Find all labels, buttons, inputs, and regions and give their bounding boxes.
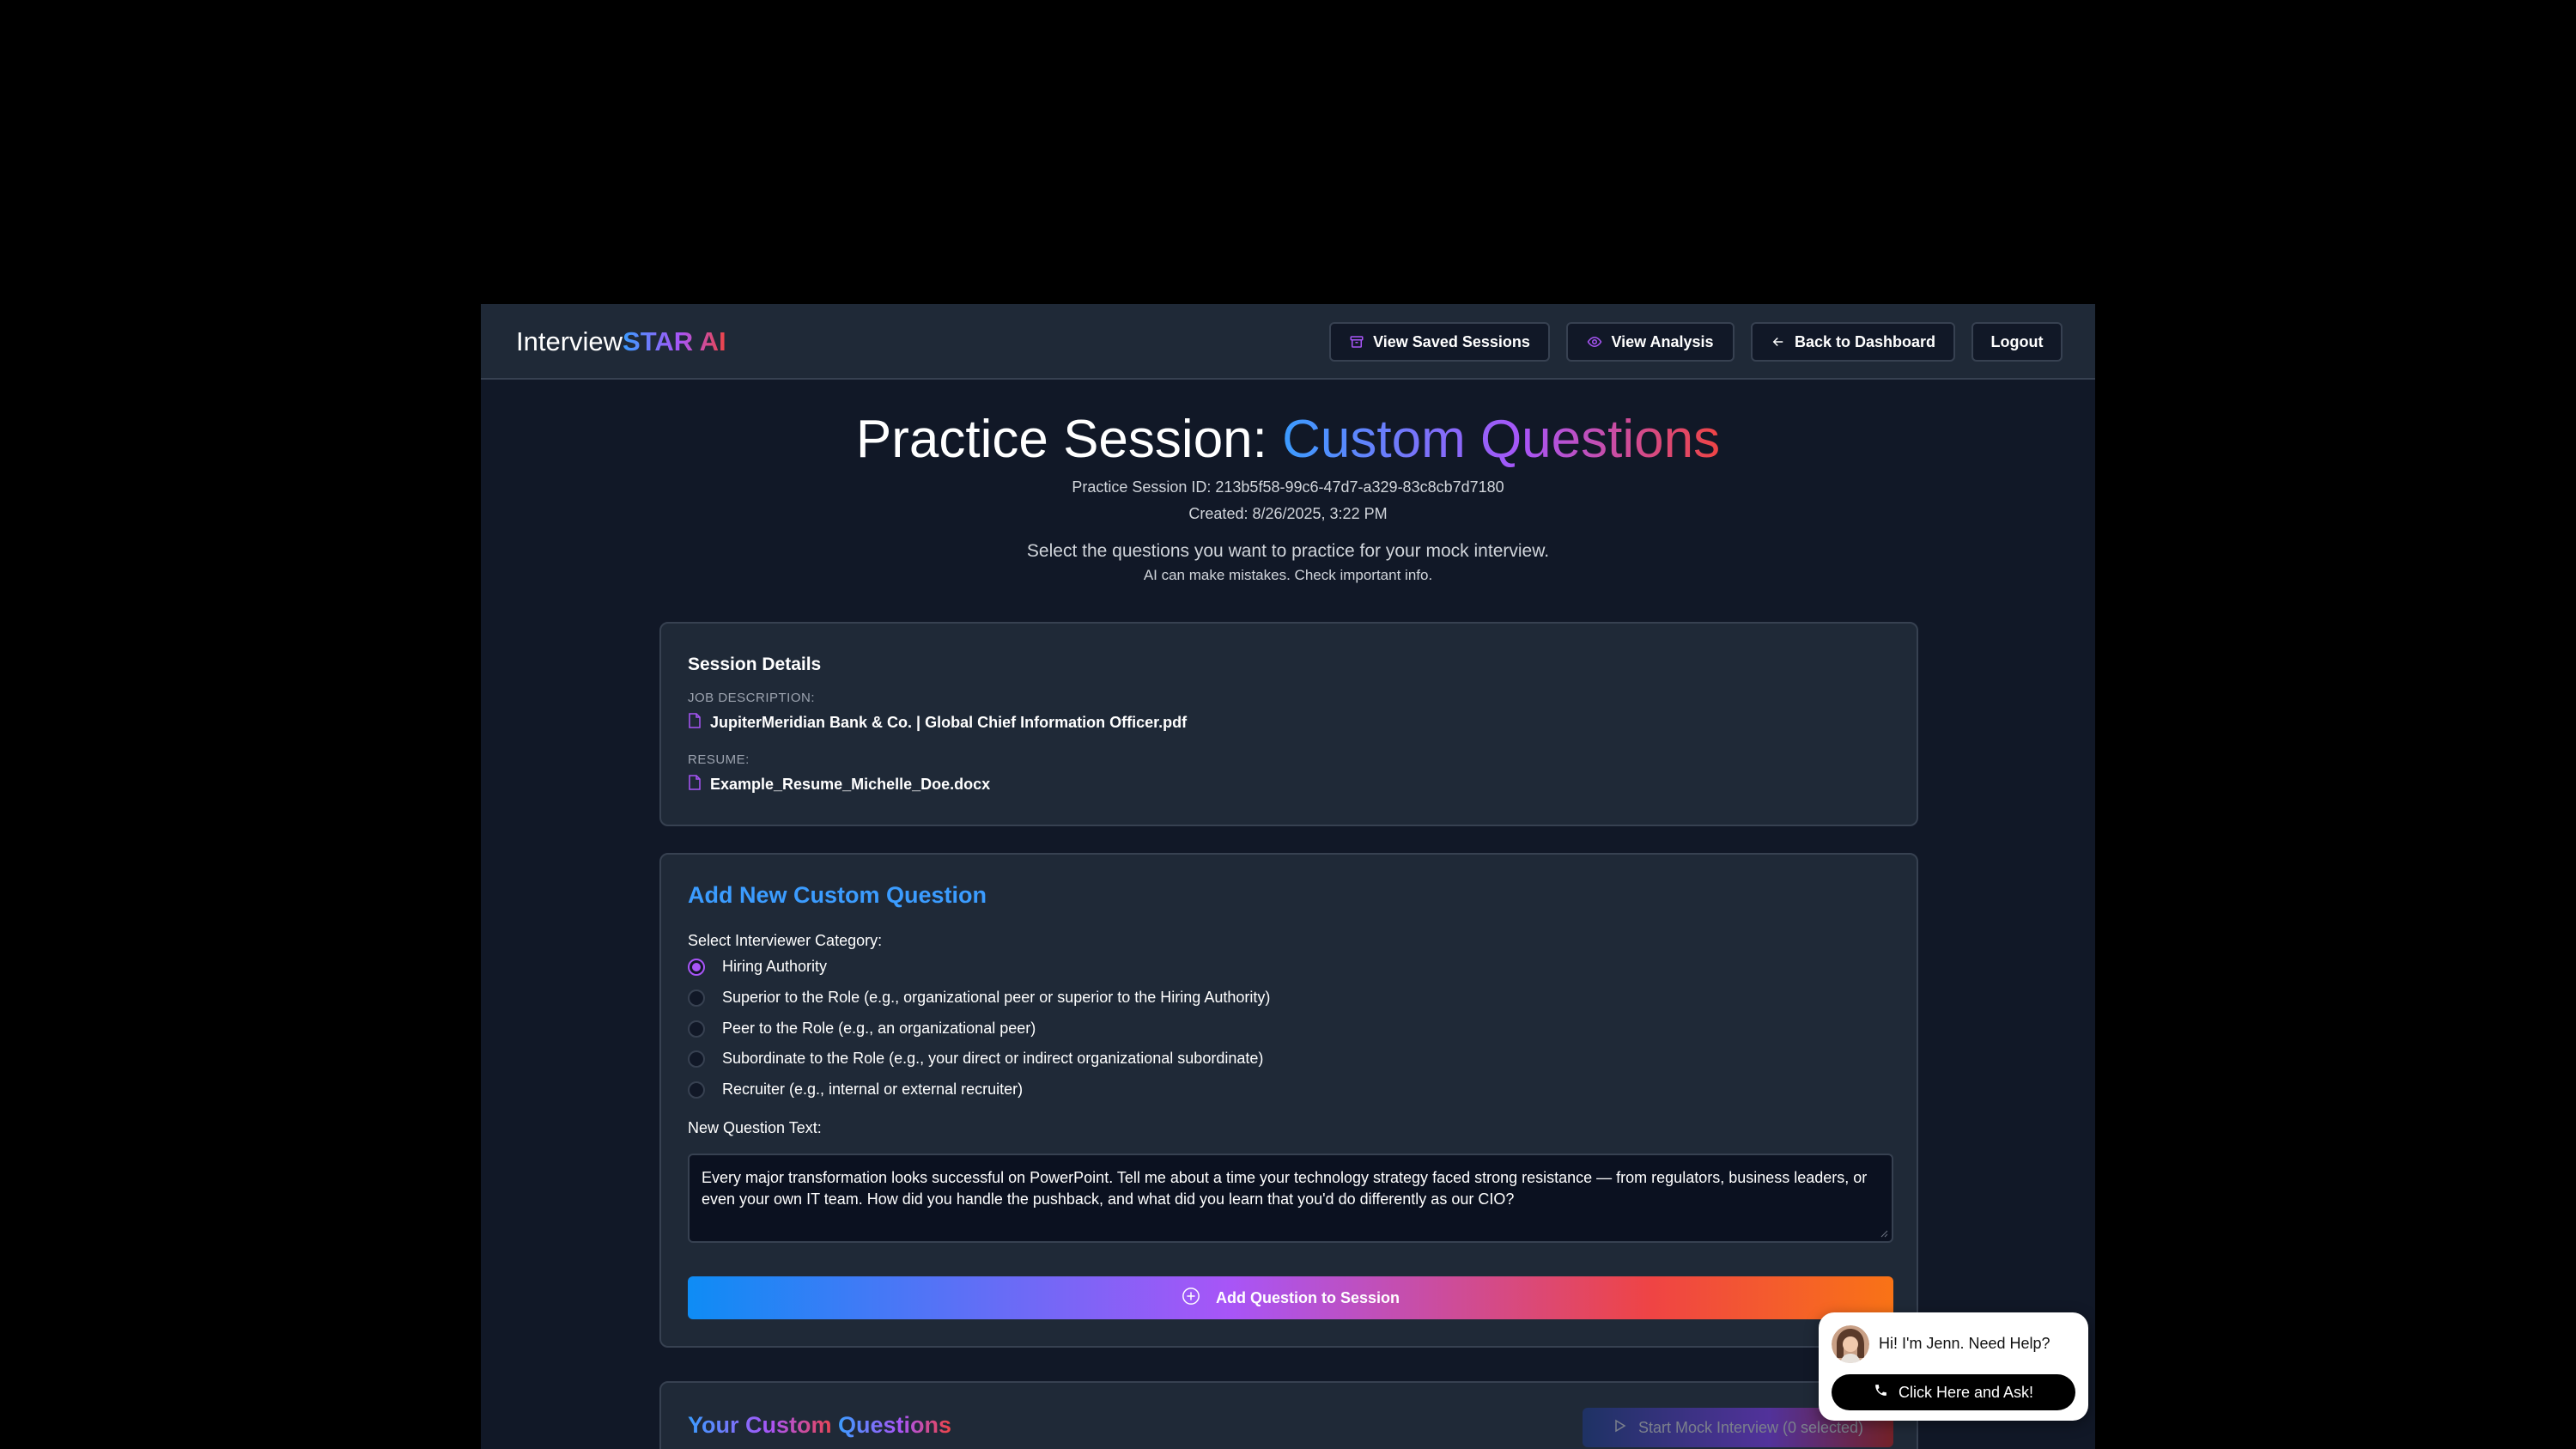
radio-button[interactable]: [688, 1081, 705, 1099]
view-analysis-button[interactable]: View Analysis: [1566, 322, 1735, 362]
back-to-dashboard-button[interactable]: Back to Dashboard: [1751, 322, 1955, 362]
top-nav-bar: InterviewSTAR AI View Saved Sessions Vie…: [481, 304, 2095, 380]
question-text-input[interactable]: Every major transformation looks success…: [688, 1154, 1893, 1243]
radio-button-selected[interactable]: [688, 958, 705, 976]
file-icon: [688, 775, 702, 795]
logout-button[interactable]: Logout: [1971, 322, 2063, 362]
job-description-label: JOB DESCRIPTION:: [688, 691, 816, 705]
created-date: Created: 8/26/2025, 3:22 PM: [1188, 505, 1388, 522]
page-title-accent: Custom Questions: [1282, 410, 1721, 469]
radio-button[interactable]: [688, 1050, 705, 1068]
phone-icon: [1874, 1383, 1888, 1402]
play-icon: [1613, 1419, 1626, 1437]
brand-prefix: Interview: [516, 326, 623, 356]
custom-questions-heading: Your Custom Questions: [688, 1412, 951, 1439]
category-option-label: Peer to the Role (e.g., an organizationa…: [722, 1020, 1036, 1037]
brand-logo[interactable]: InterviewSTAR AI: [516, 326, 726, 357]
start-mock-interview-label: Start Mock Interview (0 selected): [1637, 1418, 1864, 1436]
category-option-hiring-authority[interactable]: Hiring Authority: [688, 958, 827, 976]
archive-icon: [1349, 334, 1364, 350]
back-to-dashboard-label: Back to Dashboard: [1794, 332, 1936, 350]
category-option-label: Superior to the Role (e.g., organization…: [722, 989, 1271, 1006]
file-icon: [688, 713, 702, 733]
category-option-label: Recruiter (e.g., internal or external re…: [722, 1081, 1024, 1098]
session-details-card: Session Details JOB DESCRIPTION: Jupiter…: [659, 622, 1918, 826]
page-title: Practice Session: Custom Questions: [481, 409, 2095, 470]
category-label: Select Interviewer Category:: [688, 932, 883, 949]
category-option-superior[interactable]: Superior to the Role (e.g., organization…: [688, 989, 1270, 1007]
logout-label: Logout: [1990, 332, 2044, 350]
custom-questions-heading-accent: Questions: [838, 1412, 952, 1438]
eye-icon: [1587, 334, 1602, 350]
job-description-filename: JupiterMeridian Bank & Co. | Global Chie…: [710, 714, 1188, 731]
view-analysis-label: View Analysis: [1611, 332, 1714, 350]
chat-greeting: Hi! I'm Jenn. Need Help?: [1879, 1335, 2050, 1352]
add-question-button[interactable]: Add Question to Session: [688, 1276, 1893, 1319]
session-id: Practice Session ID: 213b5f58-99c6-47d7-…: [1072, 478, 1504, 496]
view-saved-sessions-label: View Saved Sessions: [1373, 332, 1530, 350]
ai-disclaimer: AI can make mistakes. Check important in…: [1143, 567, 1433, 583]
question-text-label: New Question Text:: [688, 1119, 822, 1136]
chat-help-widget: Hi! I'm Jenn. Need Help? Click Here and …: [1819, 1312, 2088, 1421]
session-details-heading: Session Details: [688, 654, 822, 674]
add-question-heading: Add New Custom Question: [688, 882, 987, 908]
add-question-label: Add Question to Session: [1215, 1288, 1400, 1306]
category-option-label: Subordinate to the Role (e.g., your dire…: [722, 1050, 1264, 1067]
assistant-avatar: [1832, 1325, 1869, 1363]
category-option-label: Hiring Authority: [722, 958, 828, 975]
custom-questions-card: Your Custom Questions Start Mock Intervi…: [659, 1381, 1918, 1449]
intro-text: Select the questions you want to practic…: [1026, 541, 1550, 561]
view-saved-sessions-button[interactable]: View Saved Sessions: [1329, 322, 1550, 362]
category-option-recruiter[interactable]: Recruiter (e.g., internal or external re…: [688, 1081, 1023, 1099]
radio-button[interactable]: [688, 1020, 705, 1038]
arrow-left-icon: [1771, 334, 1786, 350]
job-description-file[interactable]: JupiterMeridian Bank & Co. | Global Chie…: [688, 713, 1187, 733]
app-window: InterviewSTAR AI View Saved Sessions Vie…: [481, 304, 2095, 1449]
resize-grip-icon[interactable]: [1880, 1229, 1888, 1238]
radio-button[interactable]: [688, 989, 705, 1007]
resume-label: RESUME:: [688, 752, 750, 767]
plus-circle-icon: [1182, 1287, 1200, 1310]
resume-file[interactable]: Example_Resume_Michelle_Doe.docx: [688, 775, 990, 795]
page-title-prefix: Practice Session:: [855, 410, 1283, 469]
category-option-peer[interactable]: Peer to the Role (e.g., an organizationa…: [688, 1020, 1036, 1038]
custom-questions-heading-prefix: Your Custom: [688, 1412, 838, 1438]
chat-ask-label: Click Here and Ask!: [1898, 1383, 2034, 1401]
resume-filename: Example_Resume_Michelle_Doe.docx: [710, 776, 991, 793]
add-question-card: Add New Custom Question Select Interview…: [659, 853, 1918, 1348]
brand-accent: STAR AI: [623, 326, 726, 356]
category-option-subordinate[interactable]: Subordinate to the Role (e.g., your dire…: [688, 1050, 1263, 1068]
question-text-value: Every major transformation looks success…: [702, 1169, 1868, 1208]
chat-ask-button[interactable]: Click Here and Ask!: [1832, 1374, 2075, 1410]
